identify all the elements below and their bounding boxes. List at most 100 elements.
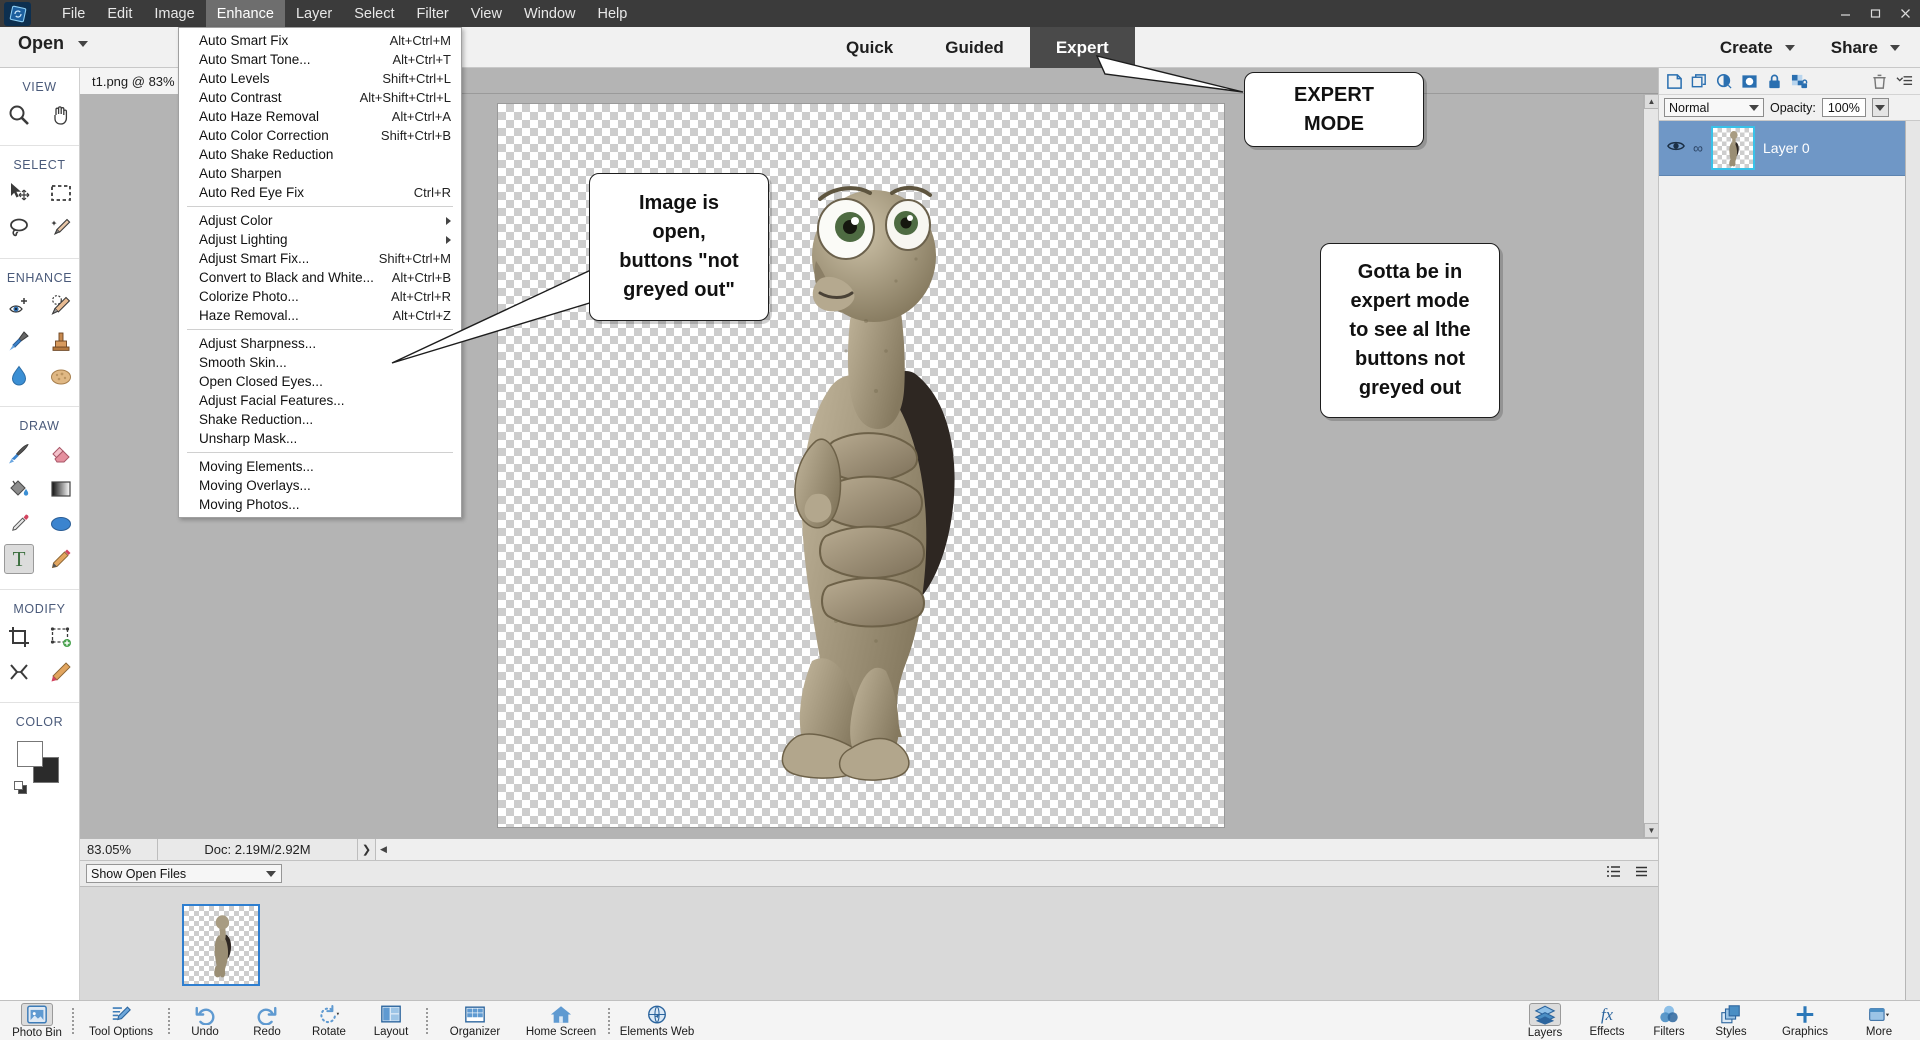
foreground-color-swatch[interactable] (17, 741, 43, 767)
layer-link-icon[interactable]: ∞ (1693, 140, 1703, 156)
opacity-slider-toggle[interactable] (1871, 98, 1889, 117)
minimize-icon[interactable] (1830, 0, 1860, 27)
menu-item-auto-sharpen[interactable]: Auto Sharpen (179, 164, 461, 183)
menu-item-auto-red-eye-fix[interactable]: Auto Red Eye Fix Ctrl+R (179, 183, 461, 202)
menu-item-auto-shake-reduction[interactable]: Auto Shake Reduction (179, 145, 461, 164)
hand-tool[interactable] (46, 100, 76, 130)
taskbar-home-screen[interactable]: Home Screen (518, 1001, 604, 1040)
lock-icon[interactable] (1766, 73, 1783, 90)
taskbar-organizer[interactable]: Organizer (432, 1001, 518, 1040)
blend-mode-select[interactable]: Normal (1664, 98, 1764, 117)
canvas-horizontal-scrollbar[interactable]: ◀ (376, 838, 1658, 861)
maximize-icon[interactable] (1860, 0, 1890, 27)
spot-healing-brush-tool[interactable] (46, 291, 76, 321)
smart-brush-tool[interactable] (4, 326, 34, 356)
menu-item-shake-reduction[interactable]: Shake Reduction... (179, 410, 461, 429)
blur-tool[interactable] (4, 361, 34, 391)
menu-select[interactable]: Select (343, 0, 405, 27)
taskbar-redo[interactable]: Redo (236, 1001, 298, 1040)
photo-bin-source-select[interactable]: Show Open Files (86, 864, 282, 883)
status-expand-icon[interactable]: ❯ (358, 838, 376, 861)
layer-mask-icon[interactable] (1741, 73, 1758, 90)
layer-thumbnail[interactable] (1711, 126, 1755, 170)
rectangular-marquee-tool[interactable] (46, 178, 76, 208)
crop-tool[interactable] (4, 622, 34, 652)
lock-transparency-icon[interactable] (1791, 73, 1808, 90)
menu-window[interactable]: Window (513, 0, 587, 27)
quick-selection-tool[interactable] (46, 213, 76, 243)
pencil-tool[interactable] (46, 544, 76, 574)
red-eye-removal-tool[interactable] (4, 291, 34, 321)
menu-item-auto-smart-tone[interactable]: Auto Smart Tone... Alt+Ctrl+T (179, 50, 461, 69)
recompose-tool[interactable] (46, 622, 76, 652)
adjustment-layer-icon[interactable] (1716, 73, 1733, 90)
menu-item-auto-levels[interactable]: Auto Levels Shift+Ctrl+L (179, 69, 461, 88)
zoom-tool[interactable] (4, 100, 34, 130)
menu-item-moving-photos[interactable]: Moving Photos... (179, 495, 461, 514)
sponge-tool[interactable] (46, 361, 76, 391)
type-tool[interactable]: T (3, 544, 34, 574)
taskbar-effects[interactable]: fx Effects (1576, 1001, 1638, 1040)
opacity-input[interactable]: 100% (1821, 98, 1866, 117)
taskbar-layers[interactable]: Layers (1514, 1001, 1576, 1040)
taskbar-photo-bin[interactable]: Photo Bin (6, 1001, 68, 1040)
eyedropper-tool[interactable] (4, 509, 34, 539)
layers-panel-scrollbar[interactable] (1905, 121, 1920, 1000)
close-icon[interactable] (1890, 0, 1920, 27)
canvas-vertical-scrollbar[interactable]: ▲ ▼ (1643, 94, 1658, 838)
zoom-level[interactable]: 83.05% (80, 838, 158, 861)
eraser-tool[interactable] (46, 439, 76, 469)
menu-item-adjust-lighting[interactable]: Adjust Lighting (179, 230, 461, 249)
taskbar-layout[interactable]: Layout (360, 1001, 422, 1040)
menu-item-auto-contrast[interactable]: Auto Contrast Alt+Shift+Ctrl+L (179, 88, 461, 107)
photo-bin-thumbnail[interactable] (182, 904, 260, 986)
open-button[interactable]: Open (18, 33, 89, 54)
paint-bucket-tool[interactable] (4, 474, 34, 504)
new-layer-icon[interactable] (1666, 73, 1683, 90)
menu-item-moving-elements[interactable]: Moving Elements... (179, 457, 461, 476)
straighten-tool[interactable] (46, 657, 76, 687)
taskbar-tool-options[interactable]: Tool Options (78, 1001, 164, 1040)
duplicate-layer-icon[interactable] (1691, 73, 1708, 90)
menu-file[interactable]: File (51, 0, 96, 27)
layer-visibility-eye-icon[interactable] (1667, 139, 1685, 158)
tab-guided[interactable]: Guided (919, 27, 1030, 68)
menu-item-auto-smart-fix[interactable]: Auto Smart Fix Alt+Ctrl+M (179, 31, 461, 50)
content-aware-move-tool[interactable] (4, 657, 34, 687)
taskbar-graphics[interactable]: Graphics (1762, 1001, 1848, 1040)
share-button[interactable]: Share (1831, 38, 1900, 58)
taskbar-filters[interactable]: Filters (1638, 1001, 1700, 1040)
menu-item-moving-overlays[interactable]: Moving Overlays... (179, 476, 461, 495)
gradient-tool[interactable] (46, 474, 76, 504)
taskbar-elements-web[interactable]: Elements Web (614, 1001, 700, 1040)
menu-view[interactable]: View (460, 0, 513, 27)
move-tool[interactable] (4, 178, 34, 208)
scroll-up-icon[interactable]: ▲ (1644, 94, 1658, 109)
menu-item-adjust-facial-features[interactable]: Adjust Facial Features... (179, 391, 461, 410)
taskbar-more[interactable]: More (1848, 1001, 1910, 1040)
menu-help[interactable]: Help (587, 0, 639, 27)
menu-image[interactable]: Image (143, 0, 205, 27)
menu-edit[interactable]: Edit (96, 0, 143, 27)
clone-stamp-tool[interactable] (46, 326, 76, 356)
delete-layer-icon[interactable] (1871, 73, 1888, 90)
menu-filter[interactable]: Filter (406, 0, 460, 27)
menu-item-auto-haze-removal[interactable]: Auto Haze Removal Alt+Ctrl+A (179, 107, 461, 126)
layer-row[interactable]: ∞ Layer 0 (1659, 121, 1920, 176)
shape-tool[interactable] (46, 509, 76, 539)
scroll-down-icon[interactable]: ▼ (1644, 823, 1658, 838)
taskbar-rotate[interactable]: Rotate (298, 1001, 360, 1040)
taskbar-undo[interactable]: Undo (174, 1001, 236, 1040)
bin-menu-icon[interactable] (1635, 865, 1648, 883)
create-button[interactable]: Create (1720, 38, 1795, 58)
tab-quick[interactable]: Quick (820, 27, 919, 68)
default-colors-fg-icon[interactable] (14, 781, 23, 790)
brush-tool[interactable] (4, 439, 34, 469)
menu-item-adjust-color[interactable]: Adjust Color (179, 211, 461, 230)
document-tab[interactable]: t1.png @ 83% (80, 68, 188, 94)
bin-list-icon[interactable] (1606, 865, 1621, 883)
menu-item-auto-color-correction[interactable]: Auto Color Correction Shift+Ctrl+B (179, 126, 461, 145)
menu-enhance[interactable]: Enhance (205, 0, 285, 27)
taskbar-styles[interactable]: Styles (1700, 1001, 1762, 1040)
panel-menu-icon[interactable] (1896, 73, 1913, 90)
